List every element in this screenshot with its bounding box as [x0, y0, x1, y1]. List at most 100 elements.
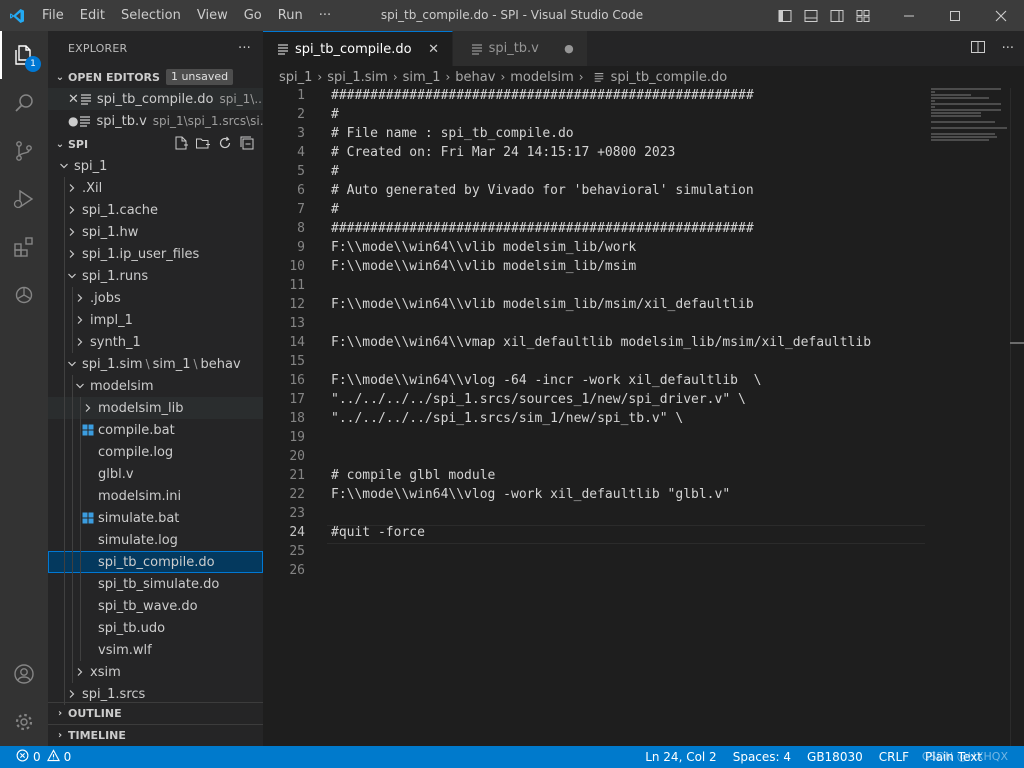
- code-line[interactable]: 1 #######################################…: [263, 88, 923, 107]
- code-line[interactable]: 8 #######################################…: [263, 221, 923, 240]
- file-tree-file[interactable]: compile.bat: [48, 419, 263, 441]
- file-tree-file[interactable]: compile.log: [48, 441, 263, 463]
- indentation[interactable]: Spaces: 4: [725, 746, 799, 768]
- file-tree-file[interactable]: modelsim.ini: [48, 485, 263, 507]
- file-tree-folder[interactable]: spi_1.ip_user_files: [48, 243, 263, 265]
- code-line[interactable]: 4 # Created on: Fri Mar 24 14:15:17 +0800…: [263, 145, 923, 164]
- code-line[interactable]: 9 F:\\mode\\win64\\vlib modelsim_lib/work: [263, 240, 923, 259]
- file-tree-folder[interactable]: spi_1.sim \ sim_1 \ behav: [48, 353, 263, 375]
- file-tree-folder[interactable]: impl_1: [48, 309, 263, 331]
- file-tree-folder[interactable]: modelsim_lib: [48, 397, 263, 419]
- file-tree-folder[interactable]: spi_1.hw: [48, 221, 263, 243]
- open-editors-header[interactable]: ⌄ OPEN EDITORS 1 unsaved: [48, 66, 263, 88]
- new-folder-icon[interactable]: [195, 135, 211, 154]
- menu-view[interactable]: View: [189, 0, 236, 31]
- file-tree-file[interactable]: simulate.bat: [48, 507, 263, 529]
- file-tree-folder[interactable]: spi_1.runs: [48, 265, 263, 287]
- close-window-icon[interactable]: [978, 0, 1024, 31]
- problems-indicator[interactable]: 0 0: [12, 749, 79, 765]
- breadcrumb-item[interactable]: sim_1: [403, 70, 441, 85]
- code-line[interactable]: 22 F:\\mode\\win64\\vlog -work xil_defaul…: [263, 487, 923, 506]
- file-tree-folder[interactable]: .jobs: [48, 287, 263, 309]
- close-icon[interactable]: ✕: [68, 92, 79, 107]
- collapse-all-icon[interactable]: [239, 135, 255, 154]
- file-tree-file[interactable]: spi_tb_wave.do: [48, 595, 263, 617]
- customize-layout-icon[interactable]: [850, 0, 876, 31]
- file-tree-file[interactable]: spi_tb.udo: [48, 617, 263, 639]
- file-tree-file[interactable]: glbl.v: [48, 463, 263, 485]
- open-editor-item[interactable]: ✕ spi_tb_compile.do spi_1\...: [48, 88, 263, 110]
- code-line[interactable]: 26: [263, 563, 923, 582]
- code-line[interactable]: 19: [263, 430, 923, 449]
- file-tree-file[interactable]: spi_tb_compile.do: [48, 551, 263, 573]
- file-tree-file[interactable]: simulate.log: [48, 529, 263, 551]
- toggle-primary-sidebar-icon[interactable]: [772, 0, 798, 31]
- code-line[interactable]: 7 #: [263, 202, 923, 221]
- code-line[interactable]: 6 # Auto generated by Vivado for 'behavio…: [263, 183, 923, 202]
- split-editor-icon[interactable]: [970, 39, 986, 59]
- breadcrumb-item[interactable]: spi_1: [279, 70, 312, 85]
- breadcrumb-item[interactable]: behav: [455, 70, 495, 85]
- menu-selection[interactable]: Selection: [113, 0, 189, 31]
- toggle-secondary-sidebar-icon[interactable]: [824, 0, 850, 31]
- file-tree-folder[interactable]: modelsim: [48, 375, 263, 397]
- tab-spi-tb-v[interactable]: spi_tb.v ●: [452, 31, 588, 66]
- tab-spi-tb-compile[interactable]: spi_tb_compile.do ✕: [263, 31, 453, 66]
- code-line[interactable]: 15: [263, 354, 923, 373]
- menu-file[interactable]: File: [34, 0, 72, 31]
- code-line[interactable]: 10 F:\\mode\\win64\\vlib modelsim_lib/msi…: [263, 259, 923, 278]
- code-line[interactable]: 17 "../../../../spi_1.srcs/sources_1/new/…: [263, 392, 923, 411]
- end-of-line[interactable]: CRLF: [871, 746, 917, 768]
- code-line[interactable]: 18 "../../../../spi_1.srcs/sim_1/new/spi_…: [263, 411, 923, 430]
- code-line[interactable]: 11: [263, 278, 923, 297]
- code-line[interactable]: 12 F:\\mode\\win64\\vlib modelsim_lib/msi…: [263, 297, 923, 316]
- outline-header[interactable]: › OUTLINE: [48, 702, 263, 724]
- toggle-panel-icon[interactable]: [798, 0, 824, 31]
- openai-icon[interactable]: [0, 271, 48, 319]
- breadcrumb-item[interactable]: modelsim: [510, 70, 574, 85]
- search-icon[interactable]: [0, 79, 48, 127]
- file-tree-folder[interactable]: spi_1.cache: [48, 199, 263, 221]
- code-line[interactable]: 25: [263, 544, 923, 563]
- cursor-position[interactable]: Ln 24, Col 2: [637, 746, 725, 768]
- file-tree-file[interactable]: spi_tb_simulate.do: [48, 573, 263, 595]
- menu-more[interactable]: ···: [311, 0, 339, 31]
- timeline-header[interactable]: › TIMELINE: [48, 724, 263, 746]
- close-icon[interactable]: ✕: [426, 42, 442, 57]
- file-tree-folder[interactable]: .Xil: [48, 177, 263, 199]
- code-line[interactable]: 16 F:\\mode\\win64\\vlog -64 -incr -work …: [263, 373, 923, 392]
- more-actions-icon[interactable]: ···: [1002, 41, 1014, 56]
- folder-section-header[interactable]: ⌄ SPI: [48, 133, 263, 155]
- source-control-icon[interactable]: [0, 127, 48, 175]
- file-tree-folder[interactable]: spi_1: [48, 155, 263, 177]
- minimap[interactable]: [931, 88, 1009, 158]
- code-line[interactable]: 14 F:\\mode\\win64\\vmap xil_defaultlib m…: [263, 335, 923, 354]
- refresh-icon[interactable]: [217, 135, 233, 154]
- code-line[interactable]: 13: [263, 316, 923, 335]
- code-line[interactable]: 21 # compile glbl module: [263, 468, 923, 487]
- file-encoding[interactable]: GB18030: [799, 746, 871, 768]
- explorer-icon[interactable]: 1: [0, 31, 48, 79]
- breadcrumb-item[interactable]: spi_tb_compile.do: [611, 70, 728, 85]
- account-icon[interactable]: [0, 650, 48, 698]
- code-editor[interactable]: 1 #######################################…: [263, 88, 925, 582]
- minimize-icon[interactable]: [886, 0, 932, 31]
- file-tree-folder[interactable]: xsim: [48, 661, 263, 683]
- run-debug-icon[interactable]: [0, 175, 48, 223]
- menu-run[interactable]: Run: [270, 0, 311, 31]
- code-line[interactable]: 20: [263, 449, 923, 468]
- open-editor-item[interactable]: ● spi_tb.v spi_1\spi_1.srcs\si...: [48, 110, 263, 132]
- menu-go[interactable]: Go: [236, 0, 270, 31]
- file-tree-folder[interactable]: synth_1: [48, 331, 263, 353]
- vertical-scrollbar[interactable]: [1010, 88, 1024, 746]
- code-line[interactable]: 2 #: [263, 107, 923, 126]
- breadcrumb-item[interactable]: spi_1.sim: [327, 70, 388, 85]
- code-line[interactable]: 3 # File name : spi_tb_compile.do: [263, 126, 923, 145]
- file-tree-file[interactable]: vsim.wlf: [48, 639, 263, 661]
- unsaved-dot-icon[interactable]: ●: [561, 42, 577, 55]
- code-line[interactable]: 5 #: [263, 164, 923, 183]
- new-file-icon[interactable]: [173, 135, 189, 154]
- views-more-button[interactable]: ···: [238, 41, 251, 56]
- maximize-icon[interactable]: [932, 0, 978, 31]
- menu-edit[interactable]: Edit: [72, 0, 113, 31]
